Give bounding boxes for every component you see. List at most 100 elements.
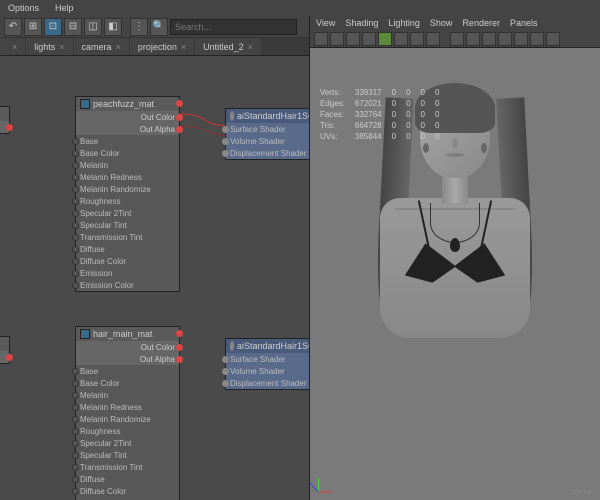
output-port[interactable] [176, 126, 183, 133]
input-port[interactable] [72, 246, 79, 253]
node-attribute[interactable]: Roughness [76, 195, 179, 207]
node-attribute[interactable]: Emission [76, 267, 179, 279]
grid-icon[interactable]: ⊞ [24, 18, 42, 36]
close-icon[interactable]: × [116, 42, 121, 52]
input-port[interactable] [72, 476, 79, 483]
input-port[interactable] [72, 162, 79, 169]
input-port[interactable] [72, 440, 79, 447]
node-attribute[interactable]: Melanin Randomize [76, 183, 179, 195]
node-attribute[interactable]: Surface Shader [226, 123, 309, 135]
node-header[interactable]: aiStandardHair1SG1 [226, 339, 309, 353]
node-header[interactable] [0, 107, 9, 121]
input-port[interactable] [222, 138, 229, 145]
node-attribute[interactable]: Volume Shader [226, 135, 309, 147]
output-port[interactable] [6, 124, 13, 131]
node-attribute[interactable]: Base Color [76, 147, 179, 159]
input-port[interactable] [222, 380, 229, 387]
output-port[interactable] [176, 100, 183, 107]
search-icon[interactable]: 🔍 [150, 18, 168, 36]
input-port[interactable] [72, 282, 79, 289]
resolution-gate-icon[interactable] [498, 32, 512, 46]
vp-menu-show[interactable]: Show [430, 18, 453, 28]
node-attribute[interactable]: Displacement Shader [226, 147, 309, 159]
history-back-icon[interactable]: ↶ [4, 18, 22, 36]
output-port[interactable] [176, 344, 183, 351]
isolate-icon[interactable] [346, 32, 360, 46]
node-output[interactable] [0, 121, 9, 133]
node-attribute[interactable]: Specular Tint [76, 219, 179, 231]
input-port[interactable] [72, 222, 79, 229]
tab-item[interactable]: camera× [74, 38, 129, 55]
node-attribute[interactable]: Melanin [76, 389, 179, 401]
tab-item[interactable]: lights× [26, 38, 72, 55]
select-camera-icon[interactable] [314, 32, 328, 46]
node-output[interactable]: Out Alpha [76, 123, 179, 135]
node-attribute[interactable]: Diffuse [76, 243, 179, 255]
node-attribute[interactable]: Surface Shader [226, 353, 309, 365]
smooth-shade-icon[interactable] [378, 32, 392, 46]
input-port[interactable] [222, 368, 229, 375]
node-header[interactable]: peachfuzz_mat [76, 97, 179, 111]
node-header[interactable]: aiStandardHair1SG2 [226, 109, 309, 123]
xray-icon[interactable] [450, 32, 464, 46]
input-port[interactable] [72, 186, 79, 193]
shadows-icon[interactable] [426, 32, 440, 46]
input-port[interactable] [72, 174, 79, 181]
node-attribute[interactable]: Transmission Tint [76, 231, 179, 243]
output-port[interactable] [6, 354, 13, 361]
node-attribute[interactable]: Displacement Shader [226, 377, 309, 389]
menu-help[interactable]: Help [55, 3, 74, 13]
node-attribute[interactable]: Diffuse Color [76, 485, 179, 497]
node-attribute[interactable]: Diffuse [76, 473, 179, 485]
output-port[interactable] [176, 330, 183, 337]
split-h-icon[interactable]: ◫ [84, 18, 102, 36]
gate-mask-icon[interactable] [514, 32, 528, 46]
close-icon[interactable]: × [248, 42, 253, 52]
output-port[interactable] [176, 356, 183, 363]
node-output[interactable] [0, 351, 9, 363]
material-node[interactable] [0, 106, 10, 134]
film-gate-icon[interactable] [482, 32, 496, 46]
input-port[interactable] [72, 416, 79, 423]
input-port[interactable] [72, 234, 79, 241]
safe-action-icon[interactable] [530, 32, 544, 46]
node-graph[interactable]: peachfuzz_mat Out ColorOut AlphaBaseBase… [0, 56, 309, 500]
more-icon[interactable]: ⋮ [130, 18, 148, 36]
node-attribute[interactable]: Roughness [76, 425, 179, 437]
layout-icon[interactable]: ⊡ [44, 18, 62, 36]
input-port[interactable] [72, 404, 79, 411]
material-node-peachfuzz[interactable]: peachfuzz_mat Out ColorOut AlphaBaseBase… [75, 96, 180, 292]
input-port[interactable] [72, 464, 79, 471]
vp-menu-renderer[interactable]: Renderer [462, 18, 500, 28]
node-output[interactable]: Out Color [76, 341, 179, 353]
vp-menu-shading[interactable]: Shading [345, 18, 378, 28]
split-v-icon[interactable]: ◧ [104, 18, 122, 36]
safe-title-icon[interactable] [546, 32, 560, 46]
tab-item[interactable]: projection× [130, 38, 194, 55]
material-node-hair[interactable]: hair_main_mat Out ColorOut AlphaBaseBase… [75, 326, 180, 500]
node-attribute[interactable]: Specular 2Tint [76, 437, 179, 449]
node-attribute[interactable]: Melanin Randomize [76, 413, 179, 425]
node-attribute[interactable]: Melanin Redness [76, 171, 179, 183]
input-port[interactable] [72, 258, 79, 265]
shading-group-node[interactable]: aiStandardHair1SG1 Surface ShaderVolume … [225, 338, 309, 390]
menu-options[interactable]: Options [8, 3, 39, 13]
input-port[interactable] [72, 138, 79, 145]
viewport-3d[interactable]: Verts:3393170000Edges:6720210000Faces:33… [310, 48, 600, 500]
grid-toggle-icon[interactable] [466, 32, 480, 46]
close-icon[interactable]: × [59, 42, 64, 52]
input-port[interactable] [222, 150, 229, 157]
input-port[interactable] [72, 392, 79, 399]
vp-menu-panels[interactable]: Panels [510, 18, 538, 28]
tab-item[interactable]: Untitled_2× [195, 38, 261, 55]
input-port[interactable] [72, 150, 79, 157]
wireframe-icon[interactable] [362, 32, 376, 46]
node-attribute[interactable]: Emission Color [76, 279, 179, 291]
node-attribute[interactable]: Specular 2Tint [76, 207, 179, 219]
node-attribute[interactable]: Transmission Tint [76, 461, 179, 473]
close-icon[interactable]: × [181, 42, 186, 52]
input-port[interactable] [72, 210, 79, 217]
material-node[interactable] [0, 336, 10, 364]
vp-menu-view[interactable]: View [316, 18, 335, 28]
node-attribute[interactable]: Diffuse Color [76, 255, 179, 267]
